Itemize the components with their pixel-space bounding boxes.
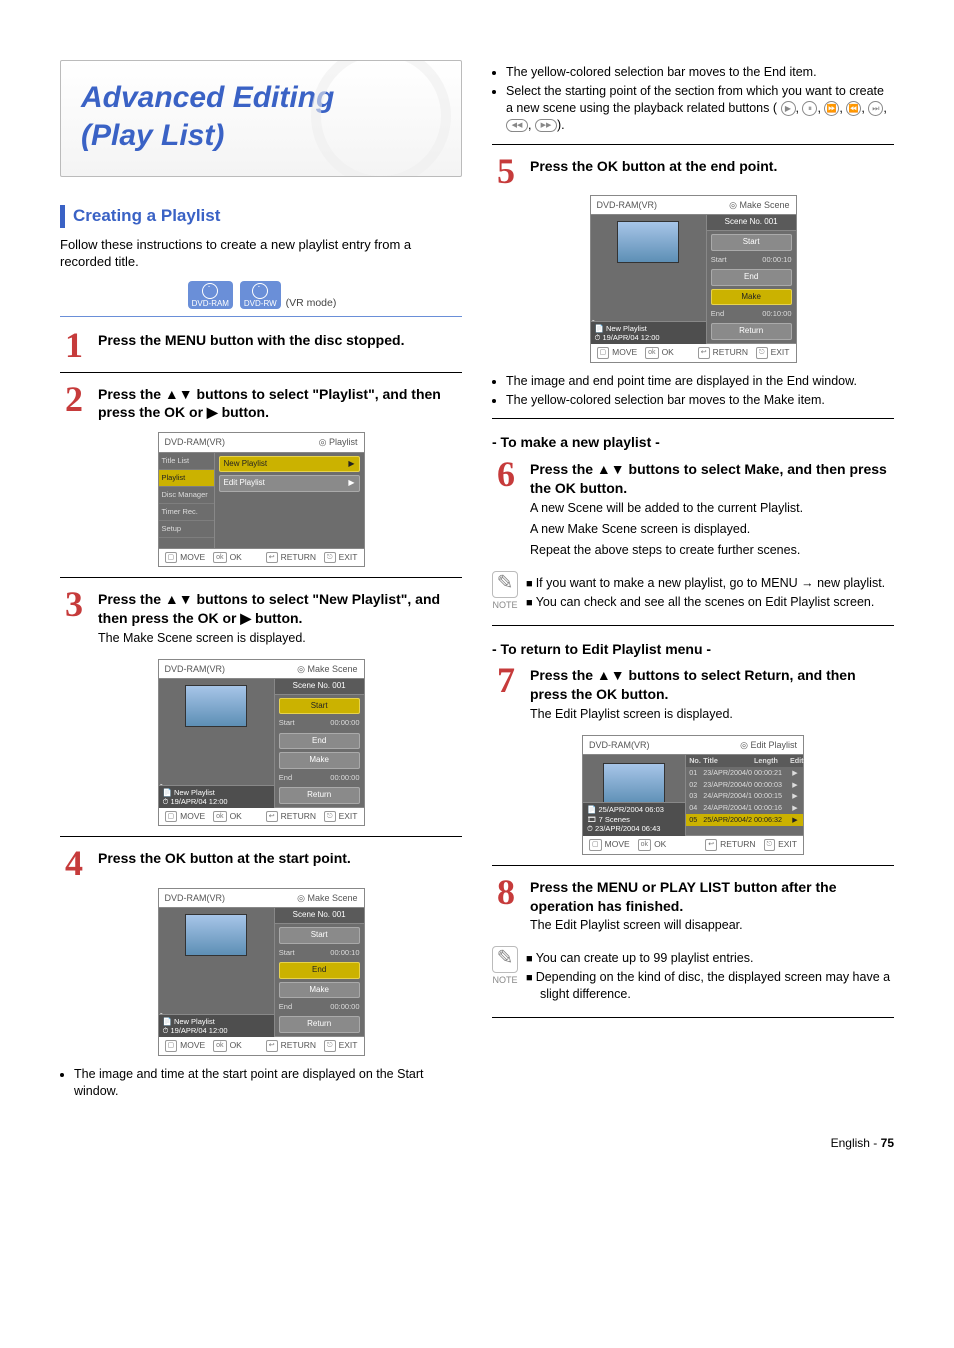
step-8: 8 Press the MENU or PLAY LIST button aft…	[492, 876, 894, 939]
osd-edit-playlist: DVD-RAM(VR)◎ Edit Playlist 📄 25/APR/2004…	[582, 735, 804, 855]
note-item: Depending on the kind of disc, the displ…	[526, 969, 894, 1003]
note-block-2: ✎ NOTE You can create up to 99 playlist …	[492, 946, 894, 1007]
section-heading: Creating a Playlist	[60, 205, 462, 228]
divider	[60, 577, 462, 578]
right-top-bullets: The yellow-colored selection bar moves t…	[492, 64, 894, 134]
step-number: 2	[60, 383, 88, 415]
title-line1: Advanced Editing	[81, 81, 334, 114]
step-text: Press the OK button at the start point.	[98, 849, 462, 868]
note-item: You can create up to 99 playlist entries…	[526, 950, 894, 967]
step-text: Press the ▲▼ buttons to select "Playlist…	[98, 385, 462, 423]
step5-bullets: The image and end point time are display…	[492, 373, 894, 409]
osd-playlist-menu: DVD-RAM(VR)◎ Playlist Title List Playlis…	[158, 432, 365, 567]
step-5: 5 Press the OK button at the end point.	[492, 155, 894, 187]
step-text: Press the ▲▼ buttons to select Return, a…	[530, 666, 894, 704]
subhead-new-playlist: - To make a new playlist -	[492, 433, 894, 452]
divider	[492, 1017, 894, 1018]
step-subtext: The Edit Playlist screen is displayed.	[530, 706, 894, 723]
step4-bullets: The image and time at the start point ar…	[60, 1066, 462, 1100]
disc-badge-rw: DVD-RW	[240, 281, 281, 309]
note-item: If you want to make a new playlist, go t…	[526, 575, 894, 592]
page-footer: English - 75	[60, 1135, 894, 1151]
step-text: Press the OK button at the end point.	[530, 157, 894, 176]
divider	[60, 836, 462, 837]
divider	[492, 865, 894, 866]
step-number: 3	[60, 588, 88, 620]
osd-make-scene-endpoint: DVD-RAM(VR)◎ Make Scene 00:10:00 📄 New P…	[590, 195, 797, 363]
step-number: 7	[492, 664, 520, 696]
step-subtext: A new Scene will be added to the current…	[530, 500, 894, 517]
divider	[492, 625, 894, 626]
disc-badge-ram: DVD-RAM	[188, 281, 233, 309]
step-6: 6 Press the ▲▼ buttons to select Make, a…	[492, 458, 894, 562]
step-subtext: The Make Scene screen is displayed.	[98, 630, 462, 647]
section-intro: Follow these instructions to create a ne…	[60, 236, 462, 271]
step-7: 7 Press the ▲▼ buttons to select Return,…	[492, 664, 894, 727]
note-item: You can check and see all the scenes on …	[526, 594, 894, 611]
divider	[492, 418, 894, 419]
step-2: 2 Press the ▲▼ buttons to select "Playli…	[60, 383, 462, 425]
step-text: Press the MENU or PLAY LIST button after…	[530, 878, 894, 916]
step-text: Press the ▲▼ buttons to select "New Play…	[98, 590, 462, 628]
step-number: 6	[492, 458, 520, 490]
chapter-title-box: Advanced Editing (Play List)	[60, 60, 462, 177]
step-subtext: A new Make Scene screen is displayed.	[530, 521, 894, 538]
osd-make-scene-startpoint: DVD-RAM(VR)◎ Make Scene 00:00:10 📄 New P…	[158, 888, 365, 1056]
title-line2: (Play List)	[81, 119, 224, 152]
osd-make-scene-start: DVD-RAM(VR)◎ Make Scene 00:00:10 📄 New P…	[158, 659, 365, 827]
note-icon: ✎	[492, 946, 518, 973]
step-number: 5	[492, 155, 520, 187]
rew-icon: ◀◀	[506, 119, 528, 132]
subhead-return: - To return to Edit Playlist menu -	[492, 640, 894, 659]
ff-icon: ▶▶	[535, 119, 557, 132]
note-icon: ✎	[492, 571, 518, 598]
divider	[60, 316, 462, 317]
step-subtext: Repeat the above steps to create further…	[530, 542, 894, 559]
step-text: Press the MENU button with the disc stop…	[98, 331, 462, 350]
divider	[60, 372, 462, 373]
note-label: NOTE	[492, 974, 518, 986]
pause-icon: ⏸	[802, 101, 817, 116]
vr-mode-note: (VR mode)	[286, 297, 337, 309]
step-subtext: The Edit Playlist screen will disappear.	[530, 917, 894, 934]
step-number: 1	[60, 329, 88, 361]
step-number: 8	[492, 876, 520, 908]
step-3: 3 Press the ▲▼ buttons to select "New Pl…	[60, 588, 462, 651]
step-back-icon: ⏪	[846, 101, 861, 116]
next-icon: ⏭	[868, 101, 883, 116]
step-1: 1 Press the MENU button with the disc st…	[60, 329, 462, 361]
divider	[492, 144, 894, 145]
play-icon: ▶	[781, 101, 796, 116]
step-4: 4 Press the OK button at the start point…	[60, 847, 462, 879]
step-number: 4	[60, 847, 88, 879]
step-text: Press the ▲▼ buttons to select Make, and…	[530, 460, 894, 498]
note-block-1: ✎ NOTE If you want to make a new playlis…	[492, 571, 894, 615]
disc-compat-row: DVD-RAM DVD-RW (VR mode)	[60, 281, 462, 310]
note-label: NOTE	[492, 599, 518, 611]
step-fwd-icon: ⏩	[824, 101, 839, 116]
